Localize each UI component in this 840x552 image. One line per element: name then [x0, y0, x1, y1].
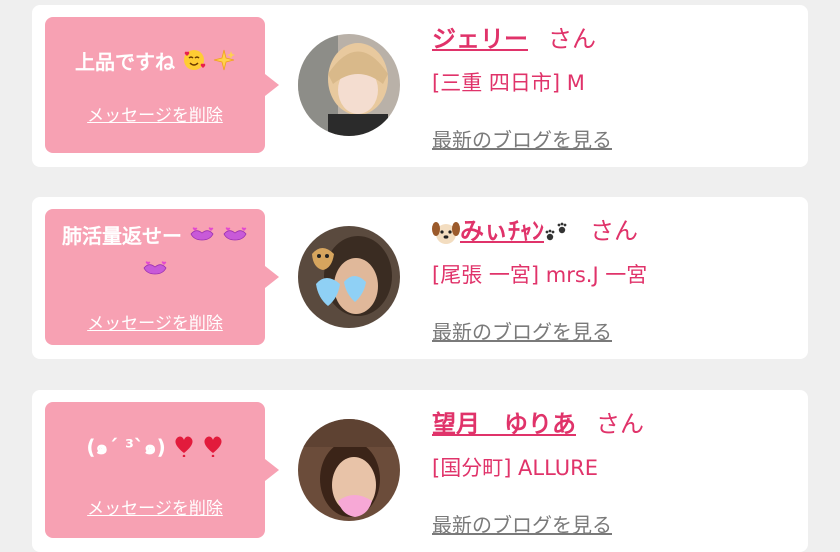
profile-name-link[interactable]: みぃﾁｬﾝ [460, 217, 544, 245]
avatar[interactable] [298, 226, 400, 328]
message-line: 上品ですね [75, 50, 176, 74]
latest-blog-link[interactable]: 最新のブログを見る [432, 124, 612, 153]
latest-blog-link[interactable]: 最新のブログを見る [432, 316, 612, 345]
message-text: 肺活量返せー [45, 221, 265, 253]
profile-name-row: 望月 ゆりあ さん [432, 404, 644, 439]
message-text-continued [45, 255, 265, 287]
heart-exclamation-icon [202, 433, 224, 465]
avatar[interactable] [298, 34, 400, 136]
smiling-face-with-hearts-icon [182, 48, 206, 80]
message-line: 肺活量返せー [62, 224, 183, 248]
honorific: さん [548, 25, 596, 53]
profile-name-link[interactable]: 望月 ゆりあ [432, 410, 576, 438]
profile-name-link[interactable]: ジェリー [432, 25, 528, 53]
delete-message-link[interactable]: メッセージを削除 [45, 101, 265, 126]
latest-blog-link[interactable]: 最新のブログを見る [432, 509, 612, 538]
profile-name-row: みぃﾁｬﾝ さん [432, 211, 638, 250]
message-bubble: 肺活量返せー メッセージを削除 [45, 209, 279, 345]
dog-face-icon [432, 220, 460, 250]
message-text: (๑´ ³`๑) [45, 432, 265, 465]
message-line: (๑´ ³`๑) [86, 435, 166, 459]
heart-lips-icon [189, 223, 215, 253]
message-text: 上品ですね [45, 47, 265, 80]
heart-lips-icon [142, 257, 168, 287]
avatar[interactable] [298, 419, 400, 521]
area-shop-text: [国分町] ALLURE [432, 456, 599, 480]
message-card: 肺活量返せー メッセージを削除 みぃﾁｬﾝ さん [尾張 一宮] mrs.J 一… [32, 197, 808, 359]
honorific: さん [596, 410, 644, 438]
heart-lips-icon [222, 223, 248, 253]
message-bubble: (๑´ ³`๑) メッセージを削除 [45, 402, 279, 538]
delete-message-link[interactable]: メッセージを削除 [45, 494, 265, 519]
profile-name-row: ジェリー さん [432, 19, 596, 54]
honorific: さん [590, 217, 638, 245]
area-shop-text: [尾張 一宮] mrs.J 一宮 [432, 263, 648, 287]
message-bubble: 上品ですね メッセージを削除 [45, 17, 279, 153]
area-shop-text: [三重 四日市] M [432, 71, 585, 95]
delete-message-link[interactable]: メッセージを削除 [45, 309, 265, 334]
message-card: (๑´ ³`๑) メッセージを削除 望月 ゆりあ さん [国分町] ALLURE… [32, 390, 808, 552]
heart-exclamation-icon [173, 433, 195, 465]
paw-prints-icon [544, 221, 570, 249]
message-card: 上品ですね メッセージを削除 ジェリー さん [三重 四日市] M 最新のブログ… [32, 5, 808, 167]
sparkles-icon [213, 49, 235, 79]
